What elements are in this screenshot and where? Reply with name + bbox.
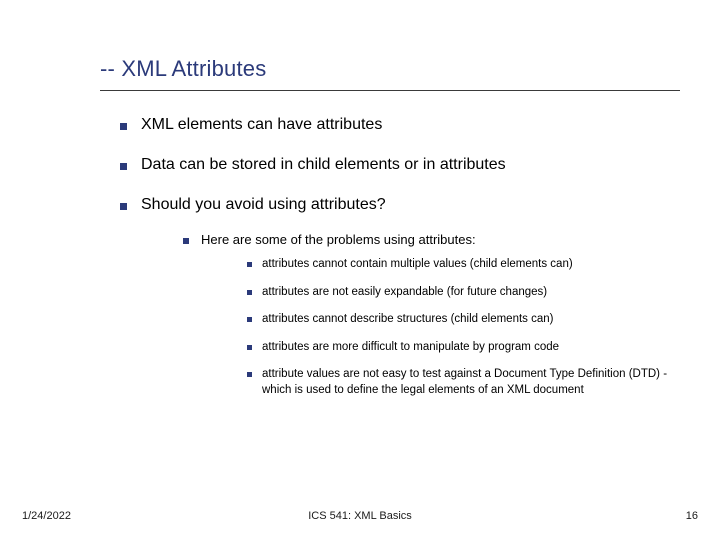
bullet-list-level1: XML elements can have attributes Data ca… — [120, 116, 680, 424]
square-bullet-icon — [120, 203, 127, 210]
square-bullet-icon — [120, 123, 127, 130]
slide: -- XML Attributes XML elements can have … — [0, 0, 720, 540]
list-item: attributes cannot contain multiple value… — [247, 257, 680, 273]
square-bullet-icon — [247, 317, 252, 322]
list-item: Here are some of the problems using attr… — [183, 232, 680, 410]
list-item: Data can be stored in child elements or … — [120, 156, 680, 174]
footer-date: 1/24/2022 — [22, 510, 71, 522]
title-block: -- XML Attributes — [100, 56, 680, 91]
list-item: attributes are not easily expandable (fo… — [247, 285, 680, 301]
slide-title: -- XML Attributes — [100, 56, 680, 82]
list-item: Should you avoid using attributes? Here … — [120, 196, 680, 424]
square-bullet-icon — [183, 238, 189, 244]
bullet-text: Data can be stored in child elements or … — [141, 156, 506, 174]
slide-body: XML elements can have attributes Data ca… — [120, 116, 680, 424]
list-item: XML elements can have attributes — [120, 116, 680, 134]
bullet-text: XML elements can have attributes — [141, 116, 382, 134]
square-bullet-icon — [247, 290, 252, 295]
footer-course: ICS 541: XML Basics — [308, 510, 412, 522]
title-underline — [100, 90, 680, 91]
footer-page-number: 16 — [686, 510, 698, 522]
bullet-text: Should you avoid using attributes? — [141, 196, 386, 213]
bullet-content: Should you avoid using attributes? Here … — [141, 196, 680, 424]
bullet-text: attributes cannot contain multiple value… — [262, 257, 573, 273]
bullet-text: attribute values are not easy to test ag… — [262, 367, 680, 398]
slide-footer: 1/24/2022 ICS 541: XML Basics 16 — [0, 510, 720, 522]
square-bullet-icon — [247, 345, 252, 350]
square-bullet-icon — [247, 372, 252, 377]
square-bullet-icon — [247, 262, 252, 267]
list-item: attributes are more difficult to manipul… — [247, 340, 680, 356]
list-item: attributes cannot describe structures (c… — [247, 312, 680, 328]
bullet-text: Here are some of the problems using attr… — [201, 232, 476, 247]
bullet-text: attributes are more difficult to manipul… — [262, 340, 559, 356]
bullet-text: attributes cannot describe structures (c… — [262, 312, 553, 328]
bullet-list-level3: attributes cannot contain multiple value… — [247, 257, 680, 398]
square-bullet-icon — [120, 163, 127, 170]
bullet-list-level2: Here are some of the problems using attr… — [183, 232, 680, 410]
bullet-text: attributes are not easily expandable (fo… — [262, 285, 547, 301]
list-item: attribute values are not easy to test ag… — [247, 367, 680, 398]
bullet-content: Here are some of the problems using attr… — [201, 232, 680, 410]
